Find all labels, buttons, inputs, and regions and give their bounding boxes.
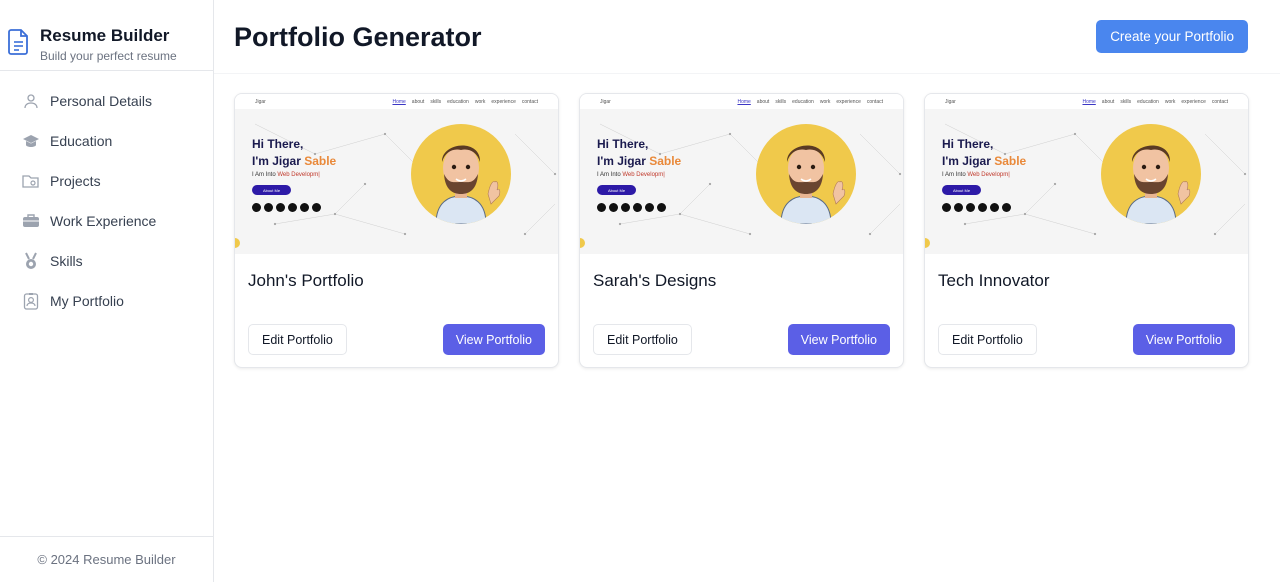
edit-portfolio-button[interactable]: Edit Portfolio: [593, 324, 692, 355]
preview-avatar: [756, 124, 856, 224]
graduation-cap-icon: [22, 132, 40, 150]
preview-greeting: Hi There,: [252, 137, 304, 151]
social-icon: [645, 203, 654, 212]
sidebar-item-my-portfolio[interactable]: My Portfolio: [0, 281, 213, 321]
medal-icon: [22, 252, 40, 270]
preview-about-button: About Me: [252, 185, 291, 195]
preview-tagline-prefix: I Am Into: [597, 172, 623, 178]
sidebar-nav: Personal Details Education Projects Work…: [0, 71, 213, 321]
sidebar-item-work-experience[interactable]: Work Experience: [0, 201, 213, 241]
sidebar-item-label: Skills: [50, 253, 83, 269]
user-icon: [22, 92, 40, 110]
view-portfolio-button[interactable]: View Portfolio: [442, 324, 545, 355]
document-icon: [8, 29, 28, 55]
briefcase-icon: [22, 212, 40, 230]
social-icon: [609, 203, 618, 212]
portfolio-card: Jigar Home about skills education work experi…: [579, 93, 904, 368]
create-portfolio-button[interactable]: Create your Portfolio: [1096, 20, 1248, 53]
social-icon: [633, 203, 642, 212]
portfolio-card-list: Jigar Home about skills education work experi…: [234, 93, 1249, 368]
portfolio-title: John's Portfolio: [248, 271, 364, 290]
preview-name-accent: Sable: [649, 154, 682, 168]
social-icon: [264, 203, 273, 212]
sidebar: Resume Builder Build your perfect resume…: [0, 0, 214, 582]
social-icon: [942, 203, 951, 212]
brand-title: Resume Builder: [40, 26, 170, 45]
edit-portfolio-button[interactable]: Edit Portfolio: [248, 324, 347, 355]
preview-about-button: About Me: [942, 185, 981, 195]
social-icon: [978, 203, 987, 212]
sidebar-item-label: Personal Details: [50, 93, 152, 109]
social-icon: [597, 203, 606, 212]
page-header: Portfolio Generator Create your Portfoli…: [214, 0, 1280, 74]
preview-tagline: I Am Into Web Developm|: [942, 172, 1010, 178]
preview-greeting-block: Hi There, I'm Jigar Sable: [252, 136, 336, 170]
preview-tagline: I Am Into Web Developm|: [252, 172, 320, 178]
main-content: Portfolio Generator Create your Portfoli…: [214, 0, 1280, 582]
id-badge-icon: [22, 292, 40, 310]
preview-name: I'm Jigar: [942, 154, 995, 168]
preview-name: I'm Jigar: [252, 154, 305, 168]
folder-icon: [22, 172, 40, 190]
preview-greeting: Hi There,: [597, 137, 649, 151]
social-icon: [966, 203, 975, 212]
preview-name: I'm Jigar: [597, 154, 650, 168]
social-icon: [621, 203, 630, 212]
sidebar-item-projects[interactable]: Projects: [0, 161, 213, 201]
brand: Resume Builder Build your perfect resume: [0, 0, 213, 71]
sidebar-item-label: Education: [50, 133, 113, 149]
edit-portfolio-button[interactable]: Edit Portfolio: [938, 324, 1037, 355]
portfolio-preview-image[interactable]: Jigar Home about skills education work experi…: [580, 94, 903, 254]
social-icon: [312, 203, 321, 212]
social-icon: [657, 203, 666, 212]
social-icon: [252, 203, 261, 212]
sidebar-item-education[interactable]: Education: [0, 121, 213, 161]
portfolio-preview-image[interactable]: Jigar Home about skills education work experi…: [235, 94, 558, 254]
view-portfolio-button[interactable]: View Portfolio: [1132, 324, 1235, 355]
page-title: Portfolio Generator: [234, 22, 482, 52]
view-portfolio-button[interactable]: View Portfolio: [787, 324, 890, 355]
preview-tagline: I Am Into Web Developm|: [597, 172, 665, 178]
sidebar-footer: © 2024 Resume Builder: [0, 536, 213, 582]
preview-greeting: Hi There,: [942, 137, 994, 151]
social-icon: [300, 203, 309, 212]
portfolio-title: Tech Innovator: [938, 271, 1050, 290]
portfolio-card: Jigar Home about skills education work experi…: [924, 93, 1249, 368]
brand-subtitle: Build your perfect resume: [40, 49, 177, 63]
sidebar-item-label: Work Experience: [50, 213, 157, 229]
preview-avatar: [411, 124, 511, 224]
sidebar-item-label: Projects: [50, 173, 101, 189]
sidebar-item-label: My Portfolio: [50, 293, 124, 309]
avatar-illustration: [435, 145, 501, 224]
preview-about-button: About Me: [597, 185, 636, 195]
preview-avatar: [1101, 124, 1201, 224]
avatar-illustration: [780, 145, 846, 224]
social-icon: [288, 203, 297, 212]
preview-greeting-block: Hi There, I'm Jigar Sable: [597, 136, 681, 170]
preview-name-accent: Sable: [304, 154, 337, 168]
preview-social-icons: [252, 203, 321, 212]
preview-tagline-accent: Web Developm|: [622, 172, 665, 178]
social-icon: [1002, 203, 1011, 212]
avatar-illustration: [1125, 145, 1191, 224]
preview-social-icons: [942, 203, 1011, 212]
preview-tagline-accent: Web Developm|: [967, 172, 1010, 178]
preview-tagline-prefix: I Am Into: [942, 172, 968, 178]
preview-tagline-accent: Web Developm|: [277, 172, 320, 178]
social-icon: [990, 203, 999, 212]
preview-tagline-prefix: I Am Into: [252, 172, 278, 178]
portfolio-preview-image[interactable]: Jigar Home about skills education work experi…: [925, 94, 1248, 254]
preview-greeting-block: Hi There, I'm Jigar Sable: [942, 136, 1026, 170]
social-icon: [954, 203, 963, 212]
social-icon: [276, 203, 285, 212]
preview-social-icons: [597, 203, 666, 212]
portfolio-card: Jigar Home about skills education work experi…: [234, 93, 559, 368]
portfolio-title: Sarah's Designs: [593, 271, 717, 290]
sidebar-item-personal-details[interactable]: Personal Details: [0, 81, 213, 121]
preview-name-accent: Sable: [994, 154, 1027, 168]
sidebar-item-skills[interactable]: Skills: [0, 241, 213, 281]
